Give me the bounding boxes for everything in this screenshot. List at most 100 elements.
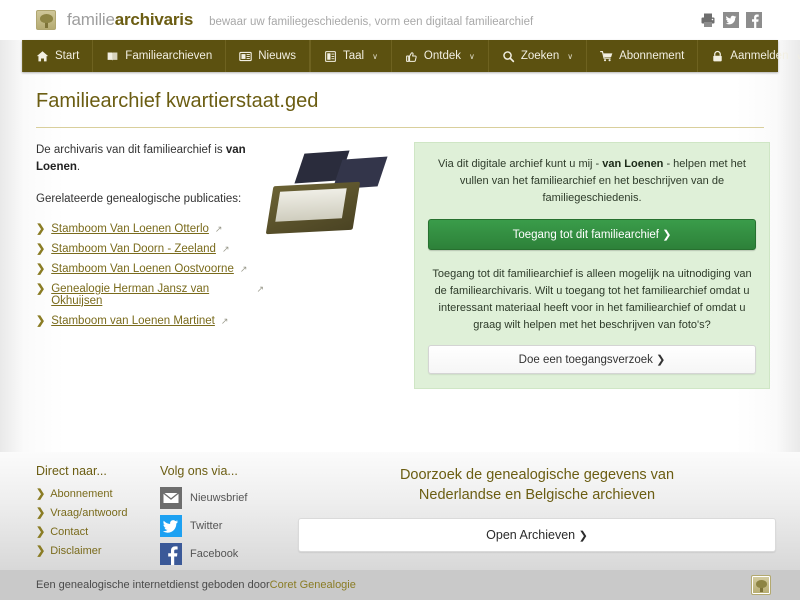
footer-follow-label: Twitter — [190, 520, 223, 532]
archivist-intro: De archivaris van dit familiearchief is … — [36, 142, 264, 177]
coret-genealogie-link[interactable]: Coret Genealogie — [270, 579, 356, 591]
cart-icon — [600, 50, 613, 61]
list-item: ❯ Vraag/antwoord — [36, 506, 160, 519]
nav-item-ontdek[interactable]: Ontdek ∨ — [392, 40, 489, 72]
search-icon — [503, 50, 515, 62]
publication-link[interactable]: Stamboom Van Doorn - Zeeland — [51, 243, 216, 255]
photo-column — [264, 142, 414, 389]
chevron-right-icon: ❯ — [36, 262, 46, 275]
access-panel: Via dit digitale archief kunt u mij - va… — [414, 142, 770, 390]
publication-link[interactable]: Genealogie Herman Jansz van Okhuijsen — [51, 283, 250, 307]
main-navigation: Start Familiearchieven Nieuws Taal ∨ Ont… — [22, 40, 800, 72]
nav-item-abonnement[interactable]: Abonnement — [587, 40, 699, 72]
page-title-wrap: Familiearchief kwartierstaat.ged — [0, 72, 800, 113]
archive-box-photo — [264, 146, 402, 242]
footer-link-contact[interactable]: Contact — [50, 526, 88, 538]
nav-item-familiearchieven[interactable]: Familiearchieven — [93, 40, 227, 72]
nav-item-nieuws[interactable]: Nieuws — [226, 40, 310, 72]
open-archieven-label: Open Archieven — [486, 528, 576, 543]
list-item: ❯ Abonnement — [36, 487, 160, 500]
archive-box-papers — [275, 188, 347, 222]
publication-link[interactable]: Stamboom Van Loenen Otterlo — [51, 223, 209, 235]
list-item: ❯ Stamboom Van Loenen Otterlo ↗ — [36, 222, 264, 235]
tree-logo-icon[interactable] — [751, 575, 771, 595]
site-header: familiearchivaris bewaar uw familiegesch… — [0, 0, 800, 40]
chevron-down-icon: ∨ — [567, 51, 574, 61]
external-link-icon: ↗ — [221, 243, 230, 254]
language-icon — [325, 50, 336, 62]
list-item: ❯ Stamboom van Loenen Martinet ↗ — [36, 314, 264, 327]
nav-item-aanmelden[interactable]: Aanmelden ∨ — [698, 40, 800, 72]
chevron-right-icon: ❯ — [36, 526, 46, 538]
external-link-icon: ↗ — [220, 315, 229, 326]
panel-intro-prefix: Via dit digitale archief kunt u mij - — [438, 158, 603, 170]
page-title: Familiearchief kwartierstaat.ged — [36, 90, 319, 112]
footer-cta-line2: Nederlandse en Belgische archieven — [418, 486, 656, 503]
chevron-right-icon: ❯ — [36, 242, 46, 255]
footer-link-disclaimer[interactable]: Disclaimer — [50, 545, 101, 557]
brand-light: familie — [67, 10, 115, 29]
footer-follow-label: Facebook — [190, 548, 239, 560]
footer-follow-newsletter[interactable]: Nieuwsbrief — [160, 487, 284, 509]
chevron-down-icon: ∨ — [372, 51, 378, 61]
footer-link-vraag-antwoord[interactable]: Vraag/antwoord — [50, 507, 127, 519]
chevron-right-icon: ❯ — [36, 488, 46, 500]
newsletter-icon — [160, 487, 182, 509]
footer-link-abonnement[interactable]: Abonnement — [50, 488, 112, 500]
left-column: De archivaris van dit familiearchief is … — [36, 142, 264, 389]
access-archive-button[interactable]: Toegang tot dit familiearchief ❯ — [428, 219, 756, 251]
external-link-icon: ↗ — [214, 223, 223, 234]
intro-prefix: De archivaris van dit familiearchief is — [36, 144, 226, 156]
right-column: Via dit digitale archief kunt u mij - va… — [414, 142, 770, 390]
footer-follow-twitter[interactable]: Twitter — [160, 515, 284, 537]
access-archive-label: Toegang tot dit familiearchief — [512, 229, 659, 242]
nav-item-start[interactable]: Start — [22, 40, 94, 72]
nav-item-zoeken[interactable]: Zoeken ∨ — [489, 40, 588, 72]
page-root: familiearchivaris bewaar uw familiegesch… — [0, 0, 800, 600]
panel-spacer — [428, 250, 756, 266]
list-item: ❯ Genealogie Herman Jansz van Okhuijsen … — [36, 282, 264, 307]
footer-direct-list: ❯ Abonnement ❯ Vraag/antwoord ❯ Contact … — [36, 487, 160, 557]
site-brand[interactable]: familiearchivaris — [67, 10, 193, 30]
footer-cta-column: Doorzoek de genealogische gegevens van N… — [284, 464, 776, 570]
footer-follow-column: Volg ons via... Nieuwsbrief Twitter Face… — [160, 464, 284, 570]
nav-label: Abonnement — [619, 50, 685, 62]
open-archieven-button[interactable]: Open Archieven ❯ — [298, 518, 776, 553]
brand-bold: archivaris — [114, 10, 194, 29]
chevron-right-icon: ❯ — [36, 282, 46, 295]
panel-intro: Via dit digitale archief kunt u mij - va… — [428, 156, 756, 207]
twitter-icon[interactable] — [723, 12, 739, 28]
facebook-icon[interactable] — [746, 12, 762, 28]
footer-follow-facebook[interactable]: Facebook — [160, 543, 284, 565]
social-icon-group — [700, 12, 762, 28]
list-item: ❯ Stamboom Van Doorn - Zeeland ↗ — [36, 242, 264, 255]
nav-item-taal[interactable]: Taal ∨ — [311, 40, 392, 72]
book-icon — [107, 51, 118, 61]
publication-link[interactable]: Stamboom van Loenen Martinet — [51, 315, 215, 327]
print-icon[interactable] — [700, 12, 716, 28]
chevron-right-icon: ❯ — [36, 314, 46, 327]
panel-body-text: Toegang tot dit familiearchief is alleen… — [432, 268, 752, 332]
publication-link-list: ❯ Stamboom Van Loenen Otterlo ↗ ❯ Stambo… — [36, 222, 264, 327]
main-content: De archivaris van dit familiearchief is … — [0, 128, 800, 390]
footer-cta-line1: Doorzoek de genealogische gegevens van — [399, 467, 675, 483]
footer-direct-column: Direct naar... ❯ Abonnement ❯ Vraag/antw… — [36, 464, 160, 570]
nav-label: Familiearchieven — [125, 50, 213, 62]
arrow-right-icon: ❯ — [578, 530, 588, 543]
nav-label: Ontdek — [423, 50, 461, 62]
twitter-icon-svg — [723, 12, 739, 28]
publication-link[interactable]: Stamboom Van Loenen Oostvoorne — [51, 263, 234, 275]
thumbs-up-icon — [406, 51, 417, 62]
footer-cta-title: Doorzoek de genealogische gegevens van N… — [298, 466, 776, 505]
copyright-bar: Een genealogische internetdienst geboden… — [0, 570, 800, 600]
facebook-icon-svg — [746, 12, 762, 28]
chevron-down-icon: ∨ — [469, 51, 475, 61]
nav-label: Aanmelden — [730, 50, 789, 62]
copyright-text: Een genealogische internetdienst geboden… — [36, 579, 270, 591]
request-access-button[interactable]: Doe een toegangsverzoek ❯ — [428, 345, 756, 375]
site-tagline: bewaar uw familiegeschiedenis, vorm een … — [209, 16, 534, 28]
news-icon — [239, 51, 252, 61]
external-link-icon: ↗ — [256, 283, 264, 294]
tree-logo-icon[interactable] — [36, 10, 56, 30]
publications-heading: Gerelateerde genealogische publicaties: — [36, 192, 242, 205]
